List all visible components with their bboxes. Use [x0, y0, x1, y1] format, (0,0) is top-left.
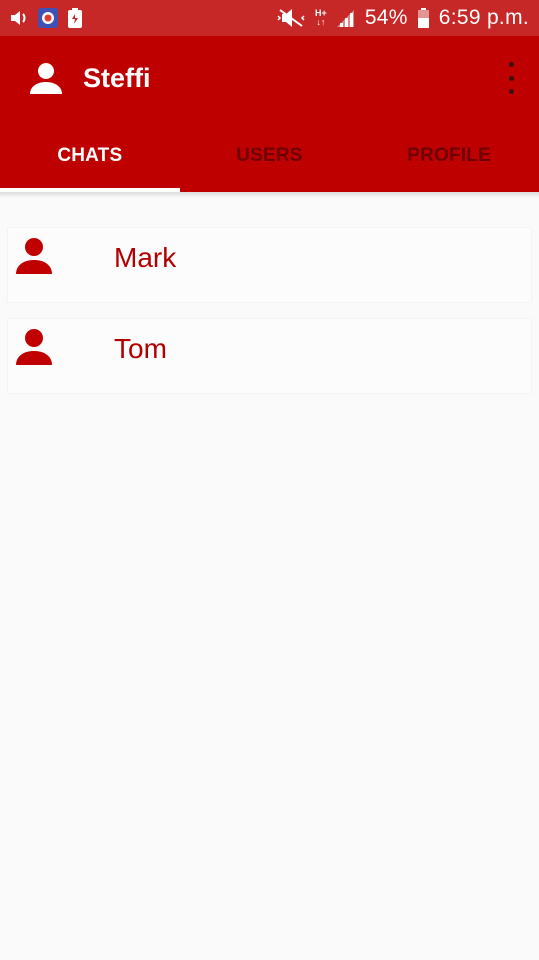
- app-notification-icon: [38, 8, 58, 28]
- status-bar: H+ ↓↑ 54% 6:59 p.m.: [0, 0, 539, 36]
- person-icon: [16, 237, 52, 275]
- status-bar-left: [10, 8, 82, 28]
- toolbar: Steffi: [0, 36, 539, 120]
- menu-dot: [508, 75, 514, 81]
- status-bar-right: H+ ↓↑ 54% 6:59 p.m.: [277, 6, 529, 30]
- app-bar: Steffi CHATS USERS PROFILE: [0, 36, 539, 192]
- mute-icon: [277, 8, 305, 28]
- app-bar-shadow: [0, 192, 539, 198]
- person-icon: [16, 328, 52, 366]
- battery-icon: [417, 8, 429, 28]
- tab-label: USERS: [236, 145, 303, 166]
- menu-dot: [508, 89, 514, 94]
- battery-percentage: 54%: [364, 6, 408, 29]
- chat-item-tom[interactable]: Tom: [8, 319, 531, 393]
- chat-name: Mark: [114, 242, 177, 273]
- clock: 6:59 p.m.: [438, 6, 529, 29]
- menu-dot: [508, 62, 514, 67]
- more-vert-icon[interactable]: [501, 62, 521, 94]
- chat-item-mark[interactable]: Mark: [8, 228, 531, 302]
- tab-users[interactable]: USERS: [180, 120, 360, 192]
- person-icon[interactable]: [28, 60, 64, 96]
- tab-profile[interactable]: PROFILE: [359, 120, 539, 192]
- volume-icon: [10, 10, 28, 26]
- tab-label: CHATS: [57, 145, 123, 166]
- signal-icon: [336, 9, 355, 27]
- network-type: H+ ↓↑: [315, 9, 327, 27]
- data-arrows-icon: ↓↑: [316, 17, 326, 27]
- battery-saver-icon: [68, 8, 82, 28]
- tab-chats[interactable]: CHATS: [0, 120, 180, 192]
- page-title: Steffi: [83, 63, 151, 93]
- chat-name: Tom: [114, 333, 167, 364]
- tab-label: PROFILE: [407, 145, 492, 166]
- chat-list: Mark Tom: [8, 228, 531, 410]
- tab-bar: CHATS USERS PROFILE: [0, 120, 539, 192]
